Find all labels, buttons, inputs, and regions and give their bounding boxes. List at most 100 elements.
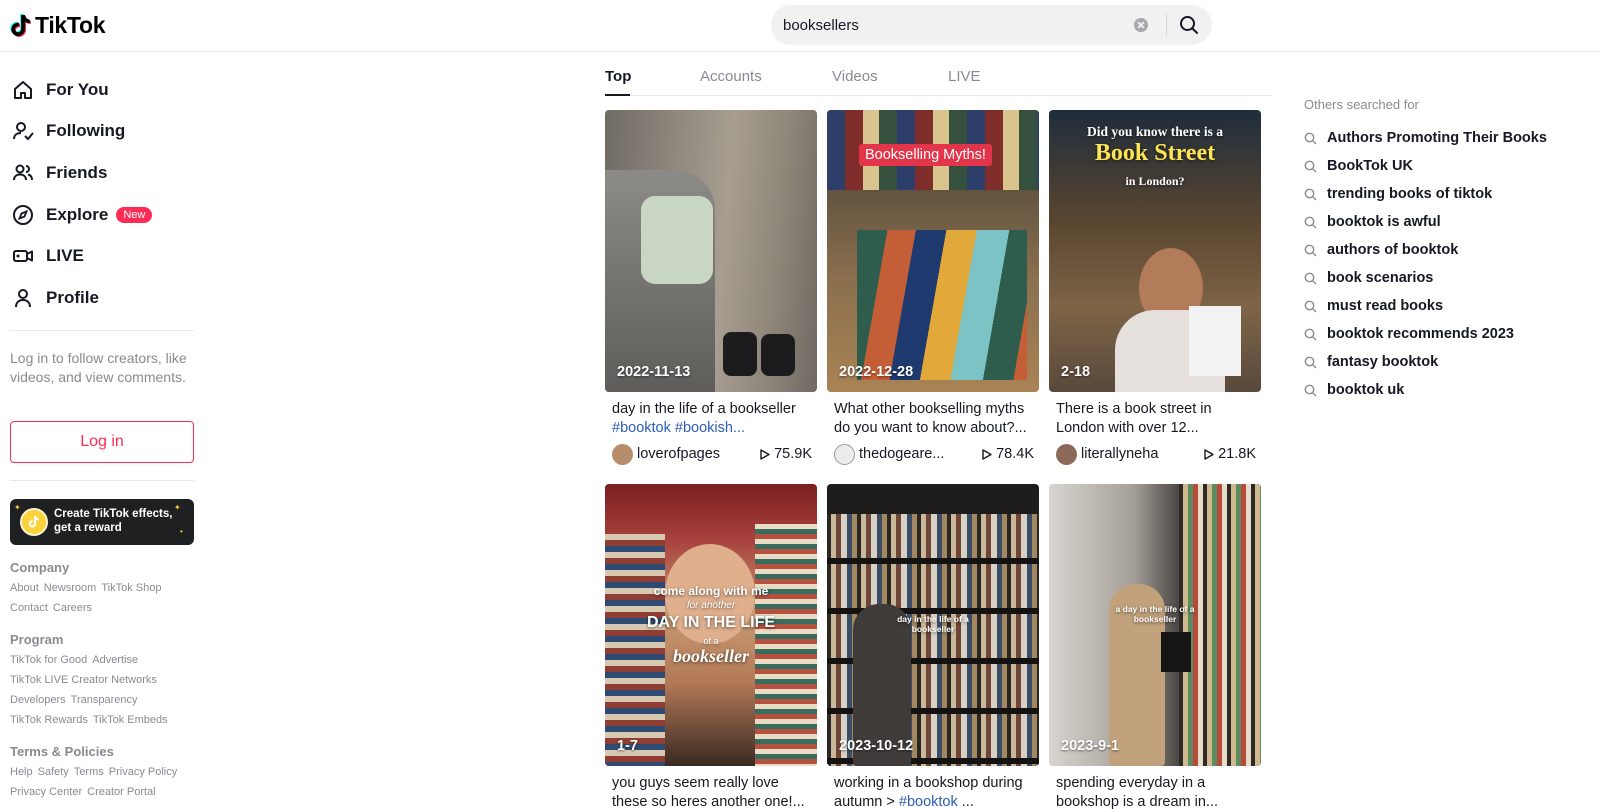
tab-live[interactable]: LIVE xyxy=(948,68,981,85)
avatar[interactable] xyxy=(834,443,855,465)
video-date: 2023-10-12 xyxy=(839,738,914,754)
video-thumbnail[interactable]: day in the life of a bookseller 2023-10-… xyxy=(827,484,1039,766)
effects-line: Create TikTok effects, xyxy=(54,508,173,520)
search-icon xyxy=(1304,244,1317,256)
search-icon xyxy=(1304,272,1317,284)
tiktok-logo[interactable]: TikTok xyxy=(10,12,106,39)
video-description[interactable]: What other bookselling myths do you want… xyxy=(834,400,1034,437)
suggestion-item[interactable]: trending books of tiktok xyxy=(1304,186,1492,202)
views-text: 78.4K xyxy=(996,446,1034,462)
video-date: 2022-11-13 xyxy=(617,364,691,380)
footer-link[interactable]: TikTok Shop xyxy=(101,582,161,594)
video-thumbnail[interactable]: Bookselling Myths! 2022-12-28 xyxy=(827,110,1039,392)
video-description[interactable]: There is a book street in London with ov… xyxy=(1056,400,1256,437)
footer-link[interactable]: TikTok for Good xyxy=(10,654,87,666)
sidebar-divider xyxy=(10,480,194,481)
search-icon xyxy=(1304,188,1317,200)
tab-top[interactable]: Top xyxy=(605,68,631,85)
search-button[interactable] xyxy=(1175,13,1203,37)
suggestion-item[interactable]: authors of booktok xyxy=(1304,242,1458,258)
footer-link[interactable]: Creator Portal xyxy=(87,786,155,798)
hashtag-link[interactable]: #booktok #bookish... xyxy=(612,420,745,436)
suggestion-item[interactable]: must read books xyxy=(1304,298,1443,314)
video-overlay-text: day in the life of a xyxy=(897,614,969,624)
tab-videos[interactable]: Videos xyxy=(832,68,878,85)
search-icon xyxy=(1304,216,1317,228)
search-divider xyxy=(1166,14,1167,36)
create-effects-banner[interactable]: ✦ ✦ • Create TikTok effects, get a rewar… xyxy=(10,499,194,545)
views-text: 21.8K xyxy=(1218,446,1256,462)
nav-explore[interactable]: Explore New xyxy=(10,197,153,233)
footer-link[interactable]: TikTok LIVE Creator Networks xyxy=(10,674,157,686)
avatar[interactable] xyxy=(1056,443,1077,465)
footer-link[interactable]: Privacy Center xyxy=(10,786,82,798)
footer-link[interactable]: About xyxy=(10,582,39,594)
profile-icon xyxy=(10,285,36,311)
search-input[interactable] xyxy=(783,5,1123,45)
video-thumbnail[interactable]: 2022-11-13 xyxy=(605,110,817,392)
suggestion-item[interactable]: booktok recommends 2023 xyxy=(1304,326,1514,342)
footer-link[interactable]: Contact xyxy=(10,602,48,614)
video-date: 2-18 xyxy=(1061,364,1091,380)
video-description[interactable]: working in a bookshop during autumn > #b… xyxy=(834,774,1034,809)
top-header: TikTok xyxy=(0,0,1600,52)
suggestion-item[interactable]: Authors Promoting Their Books xyxy=(1304,130,1547,146)
author-name[interactable]: thedogeare... xyxy=(859,446,982,462)
view-count: 78.4K xyxy=(982,446,1034,462)
video-description[interactable]: you guys seem really love these so heres… xyxy=(612,774,812,809)
login-button[interactable]: Log in xyxy=(10,421,194,463)
search-icon xyxy=(1180,16,1198,34)
author-name[interactable]: literallyneha xyxy=(1081,446,1204,462)
footer-link[interactable]: TikTok Rewards xyxy=(10,714,88,726)
suggestion-item[interactable]: book scenarios xyxy=(1304,270,1433,286)
suggestion-label: booktok is awful xyxy=(1327,214,1441,230)
nav-label: Friends xyxy=(46,163,108,182)
suggestion-item[interactable]: BookTok UK xyxy=(1304,158,1413,174)
footer-link[interactable]: Advertise xyxy=(92,654,138,666)
nav-for-you[interactable]: For You xyxy=(10,72,109,108)
footer-link[interactable]: Terms xyxy=(74,766,104,778)
footer-link[interactable]: TikTok Embeds xyxy=(93,714,168,726)
nav-live[interactable]: LIVE xyxy=(10,238,84,274)
footer-link[interactable]: Transparency xyxy=(71,694,138,706)
held-book xyxy=(1161,632,1191,672)
search-tabs: Top Accounts Videos LIVE xyxy=(605,52,1271,96)
tab-accounts[interactable]: Accounts xyxy=(700,68,762,85)
video-overlay-text: bookseller xyxy=(1133,614,1177,624)
hashtag-link[interactable]: #booktok xyxy=(899,794,958,809)
clear-icon[interactable] xyxy=(1134,18,1148,32)
footer-link[interactable]: Newsroom xyxy=(44,582,97,594)
views-text: 75.9K xyxy=(774,446,812,462)
video-meta: literallyneha 21.8K xyxy=(1056,443,1256,465)
video-description[interactable]: day in the life of a bookseller #booktok… xyxy=(612,400,812,437)
suggestion-item[interactable]: fantasy booktok xyxy=(1304,354,1438,370)
footer-link[interactable]: Privacy Policy xyxy=(109,766,177,778)
desc-text: ... xyxy=(957,793,974,809)
book-shelf xyxy=(1179,484,1261,766)
footer-link[interactable]: Careers xyxy=(53,602,92,614)
suggestion-label: book scenarios xyxy=(1327,270,1434,286)
video-thumbnail[interactable]: come along with me for another DAY IN TH… xyxy=(605,484,817,766)
nav-following[interactable]: Following xyxy=(10,113,125,149)
view-count: 21.8K xyxy=(1204,446,1256,462)
video-description[interactable]: spending everyday in a bookshop is a dre… xyxy=(1056,774,1256,809)
video-thumbnail[interactable]: Did you know there is a Book Street in L… xyxy=(1049,110,1261,392)
video-overlay-text: Book Street xyxy=(1094,140,1216,166)
suggestion-item[interactable]: booktok uk xyxy=(1304,382,1404,398)
nav-friends[interactable]: Friends xyxy=(10,155,107,191)
cup-shape xyxy=(641,196,713,284)
author-name[interactable]: loverofpages xyxy=(637,446,760,462)
footer-link[interactable]: Help xyxy=(10,766,33,778)
compass-icon xyxy=(10,202,36,228)
footer-terms-heading: Terms & Policies xyxy=(10,744,114,759)
desc-text: day in the life of a bookseller xyxy=(612,401,796,417)
search-icon xyxy=(1304,356,1317,368)
footer-link[interactable]: Safety xyxy=(38,766,69,778)
suggestion-item[interactable]: booktok is awful xyxy=(1304,214,1441,230)
video-thumbnail[interactable]: a day in the life of a bookseller 2023-9… xyxy=(1049,484,1261,766)
suggestion-label: Authors Promoting Their Books xyxy=(1327,130,1547,146)
nav-profile[interactable]: Profile xyxy=(10,280,99,316)
suggestion-label: trending books of tiktok xyxy=(1327,186,1493,202)
avatar[interactable] xyxy=(612,443,633,465)
footer-link[interactable]: Developers xyxy=(10,694,66,706)
